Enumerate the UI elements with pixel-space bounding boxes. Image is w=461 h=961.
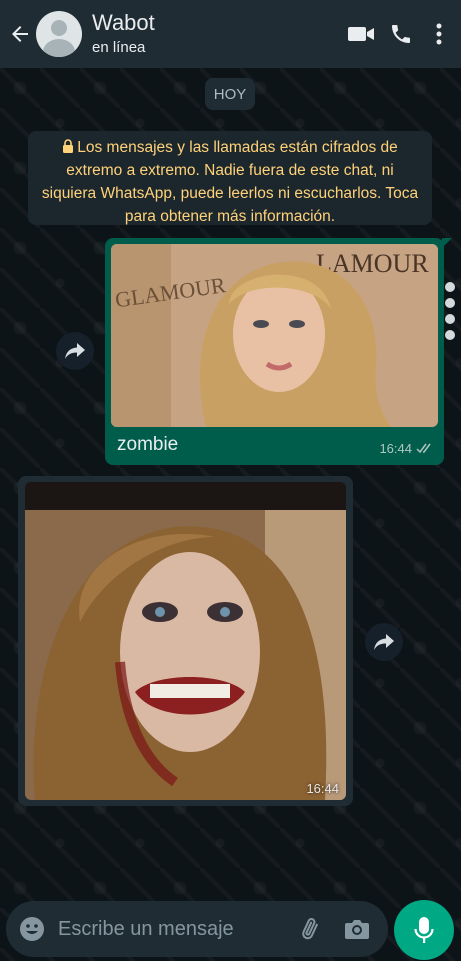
message-input[interactable]: Escribe un mensaje bbox=[58, 918, 288, 941]
message-meta: 16:44 bbox=[379, 441, 434, 456]
message-time: 16:44 bbox=[379, 441, 412, 456]
back-button[interactable] bbox=[2, 0, 38, 68]
attach-button[interactable] bbox=[288, 901, 334, 957]
camera-icon bbox=[345, 920, 369, 939]
emoji-icon bbox=[20, 917, 44, 941]
attach-icon bbox=[302, 918, 318, 940]
back-arrow-icon bbox=[12, 26, 28, 42]
emoji-button[interactable] bbox=[6, 901, 58, 957]
message-composer: Escribe un mensaje bbox=[6, 901, 388, 957]
forward-button[interactable] bbox=[365, 623, 403, 661]
outgoing-message[interactable]: GLAMOUR LAMOUR zombie 16:44 bbox=[105, 238, 452, 465]
incoming-message[interactable]: 16:44 bbox=[18, 476, 353, 806]
voice-message-button[interactable] bbox=[394, 900, 454, 960]
phone-icon bbox=[392, 25, 410, 43]
forward-icon bbox=[374, 634, 394, 650]
read-receipt-icon bbox=[416, 443, 431, 454]
encryption-notice[interactable]: Los mensajes y las llamadas están cifrad… bbox=[28, 131, 432, 225]
voice-call-button[interactable] bbox=[381, 0, 421, 68]
video-call-icon bbox=[348, 27, 374, 41]
lock-icon bbox=[63, 139, 74, 153]
mic-icon bbox=[414, 917, 434, 943]
date-separator: HOY bbox=[205, 78, 255, 110]
scroll-indicator bbox=[443, 282, 457, 350]
camera-button[interactable] bbox=[334, 901, 380, 957]
avatar[interactable] bbox=[36, 11, 82, 57]
more-vertical-icon bbox=[436, 23, 442, 45]
forward-button[interactable] bbox=[56, 332, 94, 370]
contact-info[interactable]: Wabot en línea bbox=[92, 10, 341, 58]
chat-header: Wabot en línea bbox=[0, 0, 461, 68]
incoming-image[interactable] bbox=[25, 482, 346, 800]
message-time: 16:44 bbox=[306, 781, 339, 796]
video-call-button[interactable] bbox=[341, 0, 381, 68]
contact-status: en línea bbox=[92, 39, 146, 56]
more-options-button[interactable] bbox=[421, 0, 457, 68]
outgoing-image[interactable]: GLAMOUR LAMOUR bbox=[111, 244, 438, 427]
contact-name: Wabot bbox=[92, 10, 155, 35]
forward-icon bbox=[65, 343, 85, 359]
encryption-notice-text: Los mensajes y las llamadas están cifrad… bbox=[41, 139, 419, 225]
message-caption: zombie bbox=[117, 434, 179, 455]
